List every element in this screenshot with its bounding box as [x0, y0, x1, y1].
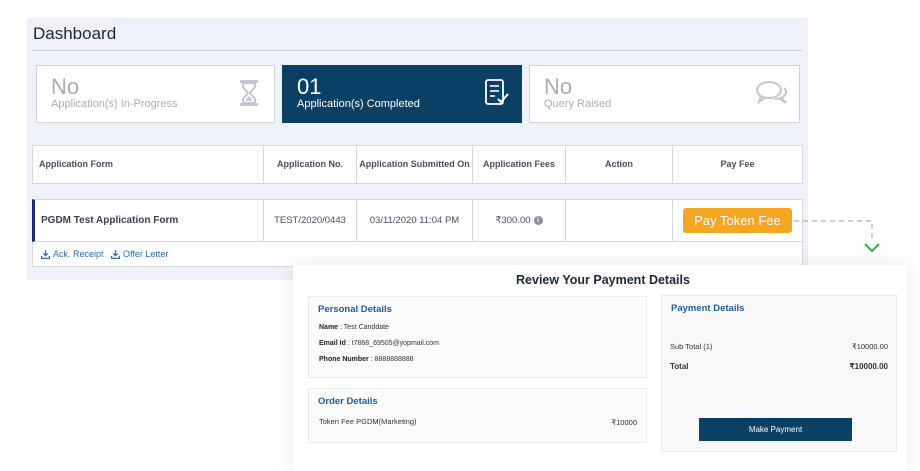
checklist-icon	[485, 79, 509, 105]
card-count: 01	[297, 74, 322, 99]
section-heading: Personal Details	[318, 304, 392, 315]
section-heading: Payment Details	[671, 303, 745, 314]
subtotal-label: Sub Total (1)	[670, 342, 713, 351]
screen: Dashboard No Application(s) In-Progress …	[0, 0, 920, 471]
name-value: Test Canddate	[343, 324, 389, 331]
offer-letter-link[interactable]: Offer Letter	[111, 249, 168, 259]
order-item: Token Fee PGDM(Marketing)	[319, 417, 417, 426]
link-label: Ack. Receipt	[53, 249, 104, 259]
card-completed[interactable]: 01 Application(s) Completed	[282, 65, 522, 123]
column-header: Application Form	[33, 146, 264, 183]
submitted-on: 03/11/2020 11:04 PM	[357, 200, 473, 241]
field-label: Phone Number	[319, 356, 369, 363]
application-number: TEST/2020/0443	[264, 200, 357, 241]
subtotal-row: Sub Total (1) ₹10000.00	[670, 342, 888, 351]
name-field: Name : Test Canddate	[319, 324, 389, 331]
column-header: Pay Fee	[720, 159, 755, 169]
pay-token-fee-button[interactable]: Pay Token Fee	[683, 208, 792, 233]
total-label: Total	[670, 362, 689, 371]
card-label: Application(s) In-Progress	[51, 98, 178, 110]
field-label: Name	[319, 324, 339, 331]
table-row: PGDM Test Application Form TEST/2020/044…	[32, 199, 803, 242]
pay-fee-cell: Pay Token Fee	[673, 200, 802, 241]
card-count: No	[51, 74, 80, 99]
card-count: No	[544, 74, 573, 99]
application-fees-cell: ₹300.00 i	[473, 200, 566, 241]
flow-connector	[794, 220, 880, 253]
card-label: Application(s) Completed	[297, 98, 420, 110]
page-title: Dashboard	[33, 24, 117, 43]
action-cell	[566, 200, 673, 241]
email-value: t7868_69505@yopmail.com	[351, 340, 439, 347]
hourglass-icon	[240, 80, 258, 106]
payment-review-panel: Review Your Payment Details Personal Det…	[293, 265, 907, 471]
dashboard-panel: Dashboard No Application(s) In-Progress …	[27, 18, 808, 280]
column-header: Application Fees	[473, 146, 566, 183]
column-header: Application No.	[264, 146, 357, 183]
phone-field: Phone Number : 8888888888	[319, 356, 414, 363]
column-header: Application Submitted On	[357, 146, 473, 183]
make-payment-button[interactable]: Make Payment	[699, 418, 852, 441]
info-icon[interactable]: i	[533, 216, 543, 225]
ack-receipt-link[interactable]: Ack. Receipt	[41, 249, 104, 259]
card-query-raised[interactable]: No Query Raised	[529, 65, 800, 123]
download-icon	[111, 249, 120, 259]
personal-details-box: Personal Details Name : Test Canddate Em…	[308, 296, 647, 378]
card-in-progress[interactable]: No Application(s) In-Progress	[36, 65, 275, 123]
application-form-name: PGDM Test Application Form	[35, 200, 264, 241]
application-fees: ₹300.00	[495, 215, 531, 226]
subtotal-value: ₹10000.00	[851, 342, 888, 351]
title-divider	[33, 50, 802, 51]
total-row: Total ₹10000.00	[670, 362, 888, 371]
card-label: Query Raised	[544, 98, 612, 110]
review-title: Review Your Payment Details	[516, 273, 690, 287]
chat-bubbles-icon	[756, 81, 788, 105]
order-details-box: Order Details Token Fee PGDM(Marketing) …	[308, 388, 647, 443]
phone-value: 8888888888	[374, 356, 414, 363]
field-label: Email Id	[319, 340, 346, 347]
section-heading: Order Details	[318, 396, 378, 407]
link-label: Offer Letter	[123, 249, 169, 259]
email-field: Email Id : t7868_69505@yopmail.com	[319, 340, 439, 347]
order-price: ₹10000	[611, 418, 637, 427]
payment-details-box: Payment Details Sub Total (1) ₹10000.00 …	[661, 295, 897, 452]
download-icon	[41, 249, 50, 259]
row-links: Ack. Receipt Offer Letter	[32, 242, 803, 267]
table-header: Application Form Application No. Applica…	[32, 145, 803, 184]
total-value: ₹10000.00	[849, 362, 888, 371]
column-header: Action	[566, 146, 673, 183]
